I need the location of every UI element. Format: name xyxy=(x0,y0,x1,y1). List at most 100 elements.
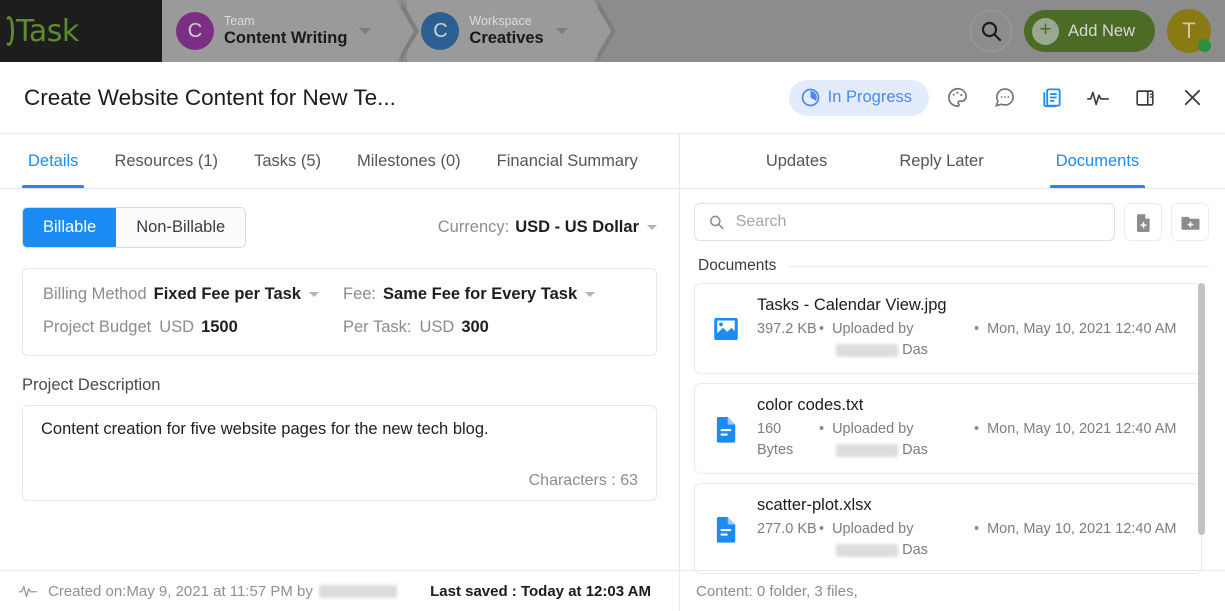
document-date-wrap: • Mon, May 10, 2021 12:40 AM xyxy=(974,319,1187,361)
add-file-icon[interactable] xyxy=(1124,203,1162,241)
section-divider xyxy=(788,265,1209,267)
add-new-label: Add New xyxy=(1068,21,1135,40)
bullet-separator: • xyxy=(819,521,825,538)
uploaded-by-label: Uploaded by xyxy=(832,321,914,337)
per-task-field[interactable]: Per Task: USD 300 xyxy=(343,318,489,337)
project-description-text: Content creation for five website pages … xyxy=(41,420,489,438)
document-uploader: • Uploaded by Das xyxy=(819,319,974,361)
last-saved-label: Last saved : Today at 12:03 AM xyxy=(430,582,651,600)
documents-scrollbar[interactable] xyxy=(1198,283,1205,535)
breadcrumb-team[interactable]: C Team Content Writing xyxy=(162,0,420,62)
close-icon[interactable] xyxy=(1173,79,1211,117)
comment-icon[interactable] xyxy=(985,79,1023,117)
project-budget-value: 1500 xyxy=(201,318,238,336)
content-summary-label: Content: 0 folder, 3 files, xyxy=(696,582,858,600)
footer-left: Created on:May 9, 2021 at 11:57 PM by La… xyxy=(0,570,680,611)
list-item[interactable]: color codes.txt 160 Bytes • Uploaded by … xyxy=(694,383,1202,475)
list-item[interactable]: Tasks - Calendar View.jpg 397.2 KB • Upl… xyxy=(694,283,1202,375)
tab-financial-summary[interactable]: Financial Summary xyxy=(479,134,656,188)
bullet-separator: • xyxy=(974,321,980,337)
tab-details[interactable]: Details xyxy=(10,134,96,188)
task-detail-modal: Create Website Content for New Te... In … xyxy=(0,62,1225,611)
fee-value: Same Fee for Every Task xyxy=(383,285,578,303)
project-description-box[interactable]: Content creation for five website pages … xyxy=(22,405,657,501)
palette-icon[interactable] xyxy=(938,79,976,117)
activity-icon xyxy=(18,585,38,598)
fee-field[interactable]: Fee: Same Fee for Every Task xyxy=(343,285,596,304)
app-logo-text: Task xyxy=(16,13,79,49)
document-date-wrap: • Mon, May 10, 2021 12:40 AM xyxy=(974,419,1187,461)
breadcrumb-workspace[interactable]: C Workspace Creatives xyxy=(407,0,617,62)
documents-search-row xyxy=(694,203,1209,241)
search-input[interactable] xyxy=(735,213,1101,231)
bullet-separator: • xyxy=(819,321,825,337)
tab-updates[interactable]: Updates xyxy=(748,134,845,188)
document-meta: 277.0 KB • Uploaded by Das • Mon, May 10… xyxy=(757,519,1187,561)
document-size: 277.0 KB xyxy=(757,521,817,538)
bullet-separator: • xyxy=(974,521,980,538)
search-input-wrapper[interactable] xyxy=(694,203,1115,241)
document-uploader: • Uploaded by Das xyxy=(819,519,974,561)
chevron-down-icon xyxy=(647,225,657,230)
split-panel-icon[interactable] xyxy=(1126,79,1164,117)
activity-icon[interactable] xyxy=(1079,79,1117,117)
app-root: Task C Team Content Writing C Workspace … xyxy=(0,0,1225,611)
budget-row: Project Budget USD 1500 Per Task: USD 30… xyxy=(43,318,636,337)
non-billable-option[interactable]: Non-Billable xyxy=(116,208,246,247)
modal-footer: Created on:May 9, 2021 at 11:57 PM by La… xyxy=(0,570,1225,611)
billing-method-field[interactable]: Billing Method Fixed Fee per Task xyxy=(43,285,343,304)
per-task-currency: USD xyxy=(419,318,455,336)
chevron-down-icon xyxy=(585,292,596,297)
circle-arc-logo-icon xyxy=(4,16,14,46)
chevron-down-icon[interactable] xyxy=(359,28,372,34)
modal-body: Billable Non-Billable Currency: USD - US… xyxy=(0,189,1225,575)
redacted-name xyxy=(836,543,899,557)
tab-tasks[interactable]: Tasks (5) xyxy=(236,134,339,188)
billing-card: Billing Method Fixed Fee per Task Fee: S… xyxy=(22,268,657,356)
left-tab-group: Details Resources (1) Tasks (5) Mileston… xyxy=(0,134,680,188)
document-meta: 397.2 KB • Uploaded by Das • Mon, May 10… xyxy=(757,319,1187,361)
uploader-suffix: Das xyxy=(902,542,928,559)
bullet-separator: • xyxy=(819,421,825,438)
uploaded-by-label: Uploaded by xyxy=(832,421,914,438)
documents-icon[interactable] xyxy=(1032,79,1070,117)
workspace-avatar: C xyxy=(421,12,460,50)
list-item[interactable]: scatter-plot.xlsx 277.0 KB • Uploaded by… xyxy=(694,483,1202,575)
document-name: color codes.txt xyxy=(757,396,864,415)
app-logo[interactable]: Task xyxy=(0,0,162,62)
add-new-button[interactable]: + Add New xyxy=(1024,10,1155,52)
document-date: Mon, May 10, 2021 12:40 AM xyxy=(987,321,1177,337)
billing-method-label: Billing Method xyxy=(43,285,147,303)
currency-selector[interactable]: Currency: USD - US Dollar xyxy=(438,218,657,237)
project-budget-field[interactable]: Project Budget USD 1500 xyxy=(43,318,343,337)
status-badge[interactable]: In Progress xyxy=(788,79,929,116)
document-name: scatter-plot.xlsx xyxy=(757,496,872,515)
documents-pane: Documents Tasks - Calendar View.jpg xyxy=(680,189,1225,575)
chevron-down-icon xyxy=(308,292,319,297)
chevron-down-icon[interactable] xyxy=(555,28,568,34)
tab-documents[interactable]: Documents xyxy=(1038,134,1157,188)
top-bar-actions: + Add New T xyxy=(970,9,1225,53)
top-navigation-bar: Task C Team Content Writing C Workspace … xyxy=(0,0,1225,62)
created-on-text: Created on:May 9, 2021 at 11:57 PM by xyxy=(48,583,397,600)
document-uploader: • Uploaded by Das xyxy=(819,419,974,461)
tab-resources[interactable]: Resources (1) xyxy=(96,134,236,188)
details-pane: Billable Non-Billable Currency: USD - US… xyxy=(0,189,680,573)
created-on-label: Created on:May 9, 2021 at 11:57 PM by xyxy=(48,582,313,600)
currency-value: USD - US Dollar xyxy=(515,218,639,236)
billable-option[interactable]: Billable xyxy=(23,208,117,247)
status-badge-label: In Progress xyxy=(827,88,912,106)
tab-reply-later[interactable]: Reply Later xyxy=(881,134,1001,188)
search-icon[interactable] xyxy=(970,10,1013,52)
add-folder-icon[interactable] xyxy=(1171,203,1209,241)
per-task-label: Per Task: xyxy=(343,318,412,336)
modal-header-actions: In Progress xyxy=(788,79,1211,117)
team-kind-label: Team xyxy=(224,14,255,29)
currency-label: Currency: xyxy=(437,218,510,236)
redacted-name xyxy=(836,443,899,457)
document-date: Mon, May 10, 2021 12:40 AM xyxy=(987,521,1177,538)
page-title: Create Website Content for New Te... xyxy=(24,84,396,110)
user-avatar[interactable]: T xyxy=(1167,9,1211,53)
fee-label: Fee: xyxy=(343,285,377,303)
tab-milestones[interactable]: Milestones (0) xyxy=(339,134,479,188)
